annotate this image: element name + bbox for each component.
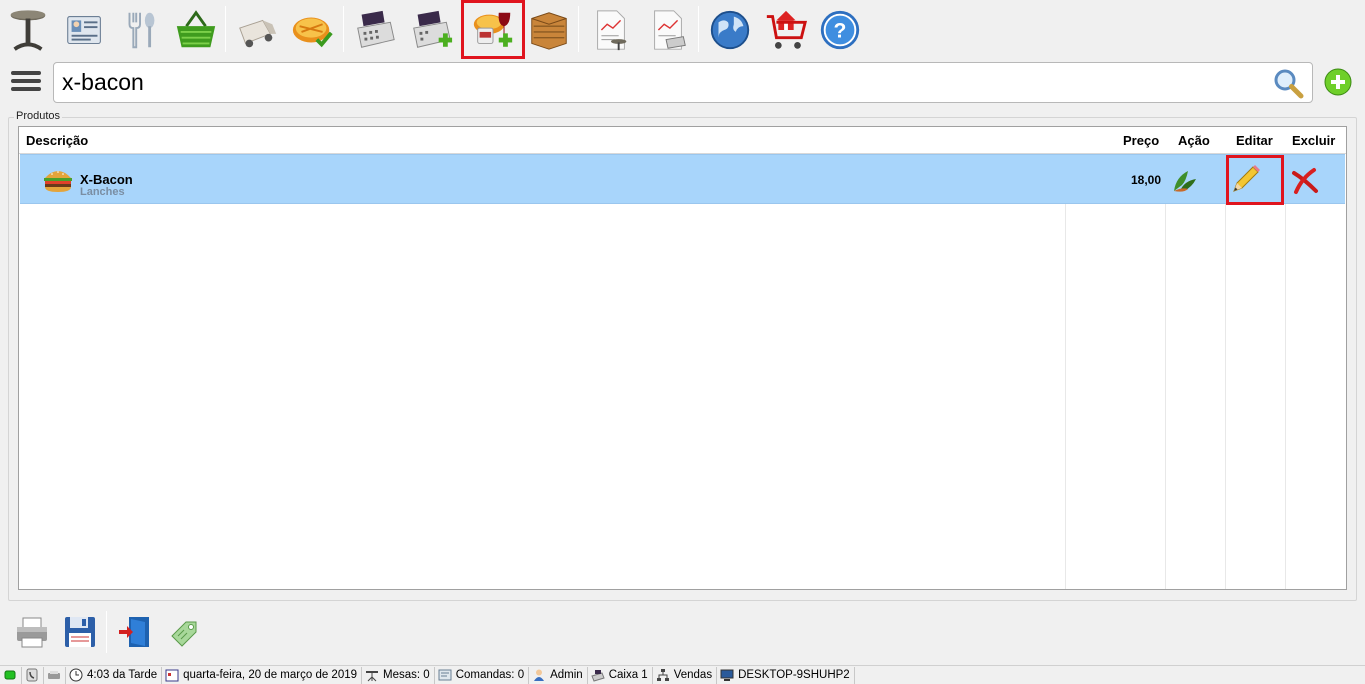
network-icon bbox=[656, 669, 669, 681]
report-register-icon[interactable] bbox=[640, 4, 696, 56]
column-header-edit[interactable]: Editar bbox=[1236, 133, 1273, 148]
column-header-delete[interactable]: Excluir bbox=[1292, 133, 1335, 148]
status-date: quarta-feira, 20 de março de 2019 bbox=[162, 666, 363, 684]
status-tables-text: Mesas: 0 bbox=[383, 669, 430, 681]
status-bar: 4:03 da Tarde quarta-feira, 20 de março … bbox=[0, 665, 1365, 684]
printer-status-icon bbox=[48, 671, 60, 679]
product-category: Lanches bbox=[80, 186, 125, 198]
toolbar-separator bbox=[343, 6, 344, 52]
products-grid: Descrição Preço Ação Editar Excluir X-Ba… bbox=[18, 126, 1347, 590]
globe-icon[interactable] bbox=[702, 4, 758, 56]
basket-icon[interactable] bbox=[168, 4, 224, 56]
toolbar-separator bbox=[225, 6, 226, 52]
status-user: Admin bbox=[529, 666, 588, 684]
burger-icon bbox=[44, 171, 72, 192]
status-mode-text: Vendas bbox=[673, 669, 713, 681]
exit-door-icon[interactable] bbox=[117, 614, 153, 650]
price-tag-icon[interactable] bbox=[166, 614, 202, 650]
table-icon[interactable] bbox=[0, 4, 56, 56]
help-icon[interactable]: ? bbox=[812, 4, 868, 56]
food-drink-add-icon[interactable] bbox=[461, 0, 525, 59]
orders-icon bbox=[438, 669, 452, 681]
card-icon[interactable] bbox=[57, 4, 113, 56]
status-computer: DESKTOP-9SHUHP2 bbox=[717, 666, 855, 684]
status-time: 4:03 da Tarde bbox=[66, 666, 163, 684]
cash-register-add-icon[interactable] bbox=[403, 4, 459, 56]
status-register: Caixa 1 bbox=[588, 666, 653, 684]
report-table-icon[interactable] bbox=[583, 4, 639, 56]
status-mode: Vendas bbox=[653, 666, 718, 684]
toolbar-separator bbox=[698, 6, 699, 52]
status-date-text: quarta-feira, 20 de março de 2019 bbox=[183, 669, 358, 681]
grid-header: Descrição Preço Ação Editar Excluir bbox=[19, 127, 1346, 154]
status-time-text: 4:03 da Tarde bbox=[87, 669, 158, 681]
pie-check-icon[interactable] bbox=[285, 4, 341, 56]
main-toolbar: ? bbox=[0, 0, 1365, 59]
cash-register-icon[interactable] bbox=[347, 4, 403, 56]
column-header-description[interactable]: Descrição bbox=[26, 133, 88, 148]
user-icon bbox=[534, 669, 545, 681]
table-status-icon bbox=[366, 671, 379, 682]
save-floppy-icon[interactable] bbox=[62, 614, 98, 650]
search-input[interactable] bbox=[62, 67, 1262, 98]
phone-icon bbox=[26, 668, 38, 682]
column-header-price[interactable]: Preço bbox=[1123, 133, 1159, 148]
shop-cart-icon[interactable] bbox=[758, 4, 814, 56]
status-register-text: Caixa 1 bbox=[608, 669, 648, 681]
status-connection bbox=[0, 666, 22, 684]
svg-text:?: ? bbox=[834, 20, 847, 43]
leaf-action-icon[interactable] bbox=[1170, 165, 1200, 195]
bottom-toolbar-separator bbox=[106, 611, 107, 653]
status-orders-text: Comandas: 0 bbox=[455, 669, 525, 681]
cutlery-icon[interactable] bbox=[113, 4, 169, 56]
product-price: 18,00 bbox=[1130, 173, 1161, 187]
products-group-label: Produtos bbox=[14, 110, 63, 122]
pencil-edit-icon[interactable] bbox=[1230, 165, 1262, 195]
search-box bbox=[53, 62, 1313, 103]
register-status-icon bbox=[591, 670, 605, 682]
status-user-text: Admin bbox=[550, 669, 583, 681]
printer-icon[interactable] bbox=[14, 614, 50, 650]
computer-icon bbox=[720, 669, 734, 681]
online-indicator-icon bbox=[4, 670, 16, 680]
column-header-action[interactable]: Ação bbox=[1178, 133, 1210, 148]
status-printer bbox=[44, 666, 66, 684]
add-product-icon[interactable] bbox=[1324, 68, 1352, 96]
toolbar-separator bbox=[578, 6, 579, 52]
table-row[interactable]: X-Bacon Lanches 18,00 bbox=[20, 154, 1345, 205]
status-computer-text: DESKTOP-9SHUHP2 bbox=[738, 669, 850, 681]
product-name: X-Bacon bbox=[80, 172, 133, 187]
delete-x-icon[interactable] bbox=[1290, 167, 1320, 195]
status-phone bbox=[22, 666, 44, 684]
calendar-icon bbox=[165, 669, 179, 682]
clock-icon bbox=[69, 668, 83, 682]
hamburger-menu-icon[interactable] bbox=[11, 71, 41, 95]
status-orders: Comandas: 0 bbox=[435, 666, 530, 684]
status-tables: Mesas: 0 bbox=[362, 666, 435, 684]
crate-icon[interactable] bbox=[521, 4, 577, 56]
delivery-truck-icon[interactable] bbox=[229, 4, 285, 56]
search-icon[interactable] bbox=[1272, 67, 1306, 101]
